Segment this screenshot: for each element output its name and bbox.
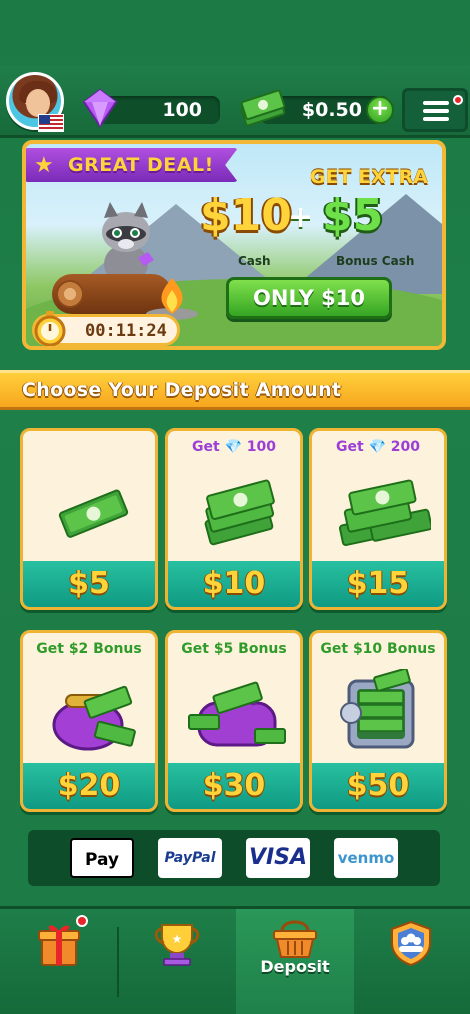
deposit-basket-icon [273,920,317,958]
card-price: $50 [312,763,444,809]
card-bonus-label: Get 💎 100 [191,439,277,455]
nav-deposit[interactable]: Deposit [236,909,354,1014]
promo-bonus-amount: $5 [322,190,384,241]
gem-balance: 100 [162,99,202,121]
nav-deposit-label: Deposit [260,957,330,976]
apple-pay-logo: Pay [70,838,134,878]
card-bonus-label: Get $5 Bonus [181,641,287,657]
payment-methods: Pay PayPal VISA venmo [28,830,440,886]
menu-icon-bar [423,117,449,121]
add-cash-button[interactable]: + [366,96,394,124]
buy-deal-button[interactable]: ONLY $10 [226,277,392,319]
star-icon: ★ [34,153,54,178]
cash-stack-icon [240,90,286,126]
notification-dot [76,915,88,927]
great-deal-label: GREAT DEAL! [68,154,214,176]
cash-bill-icon [58,489,129,538]
trophy-icon: ★ [154,924,200,966]
card-bonus-label: Get 💎 200 [335,439,421,455]
venmo-logo: venmo [334,838,398,878]
gift-icon [38,925,80,966]
deposit-card-20[interactable]: Get $2 Bonus $20 [20,630,158,812]
promo-banner[interactable]: ★ GREAT DEAL! GET EXTRA $10 + $5 Cash Bo… [22,140,446,350]
bottom-nav: ★ Deposit [0,906,470,1014]
coin-purse-icon [52,685,136,751]
promo-cash-label: Cash [238,254,271,268]
section-title: Choose Your Deposit Amount [22,379,342,401]
svg-text:★: ★ [172,932,183,946]
promo-cash-amount: $10 [200,190,292,241]
card-price: $15 [312,561,444,607]
nav-team[interactable] [352,909,470,1014]
menu-icon-bar [423,109,449,113]
deposit-card-30[interactable]: Get $5 Bonus $30 [165,630,303,812]
card-bonus-label: Get $10 Bonus [320,641,436,657]
menu-icon [423,101,449,105]
card-price: $30 [168,763,300,809]
cash-balance: $0.50 [301,99,362,121]
gem-icon [82,88,118,128]
great-deal-ribbon: ★ GREAT DEAL! [26,148,238,182]
get-extra-label: GET EXTRA [309,166,428,188]
cash-stack-icon [204,479,275,546]
timer-text: 00:11:24 [85,321,167,341]
card-price: $10 [168,561,300,607]
safe-icon [340,669,415,749]
cash-pile-icon [338,479,431,546]
avatar-face [26,89,50,117]
card-price: $5 [23,561,155,607]
visa-logo: VISA [246,838,310,878]
team-shield-icon [391,920,431,967]
notification-dot [453,95,463,105]
duffel-bag-icon [188,681,286,747]
promo-plus: + [288,200,314,235]
deposit-card-15[interactable]: Get 💎 200 $15 [309,428,447,610]
us-flag-icon [38,114,64,132]
menu-button[interactable] [402,88,468,132]
deposit-section-header: Choose Your Deposit Amount [0,370,470,410]
deposit-card-50[interactable]: Get $10 Bonus $50 [309,630,447,812]
card-price: $20 [23,763,155,809]
deposit-card-10[interactable]: Get 💎 100 $10 [165,428,303,610]
nav-gifts[interactable] [0,909,118,1014]
top-bar: 100 $0.50 + [0,66,470,138]
timer-icon [34,311,66,346]
card-bonus-label: Get $2 Bonus [36,641,142,657]
promo-bonus-label: Bonus Cash [336,254,415,268]
paypal-logo: PayPal [158,838,222,878]
nav-tournaments[interactable]: ★ [118,909,236,1014]
deposit-card-5[interactable]: $5 [20,428,158,610]
